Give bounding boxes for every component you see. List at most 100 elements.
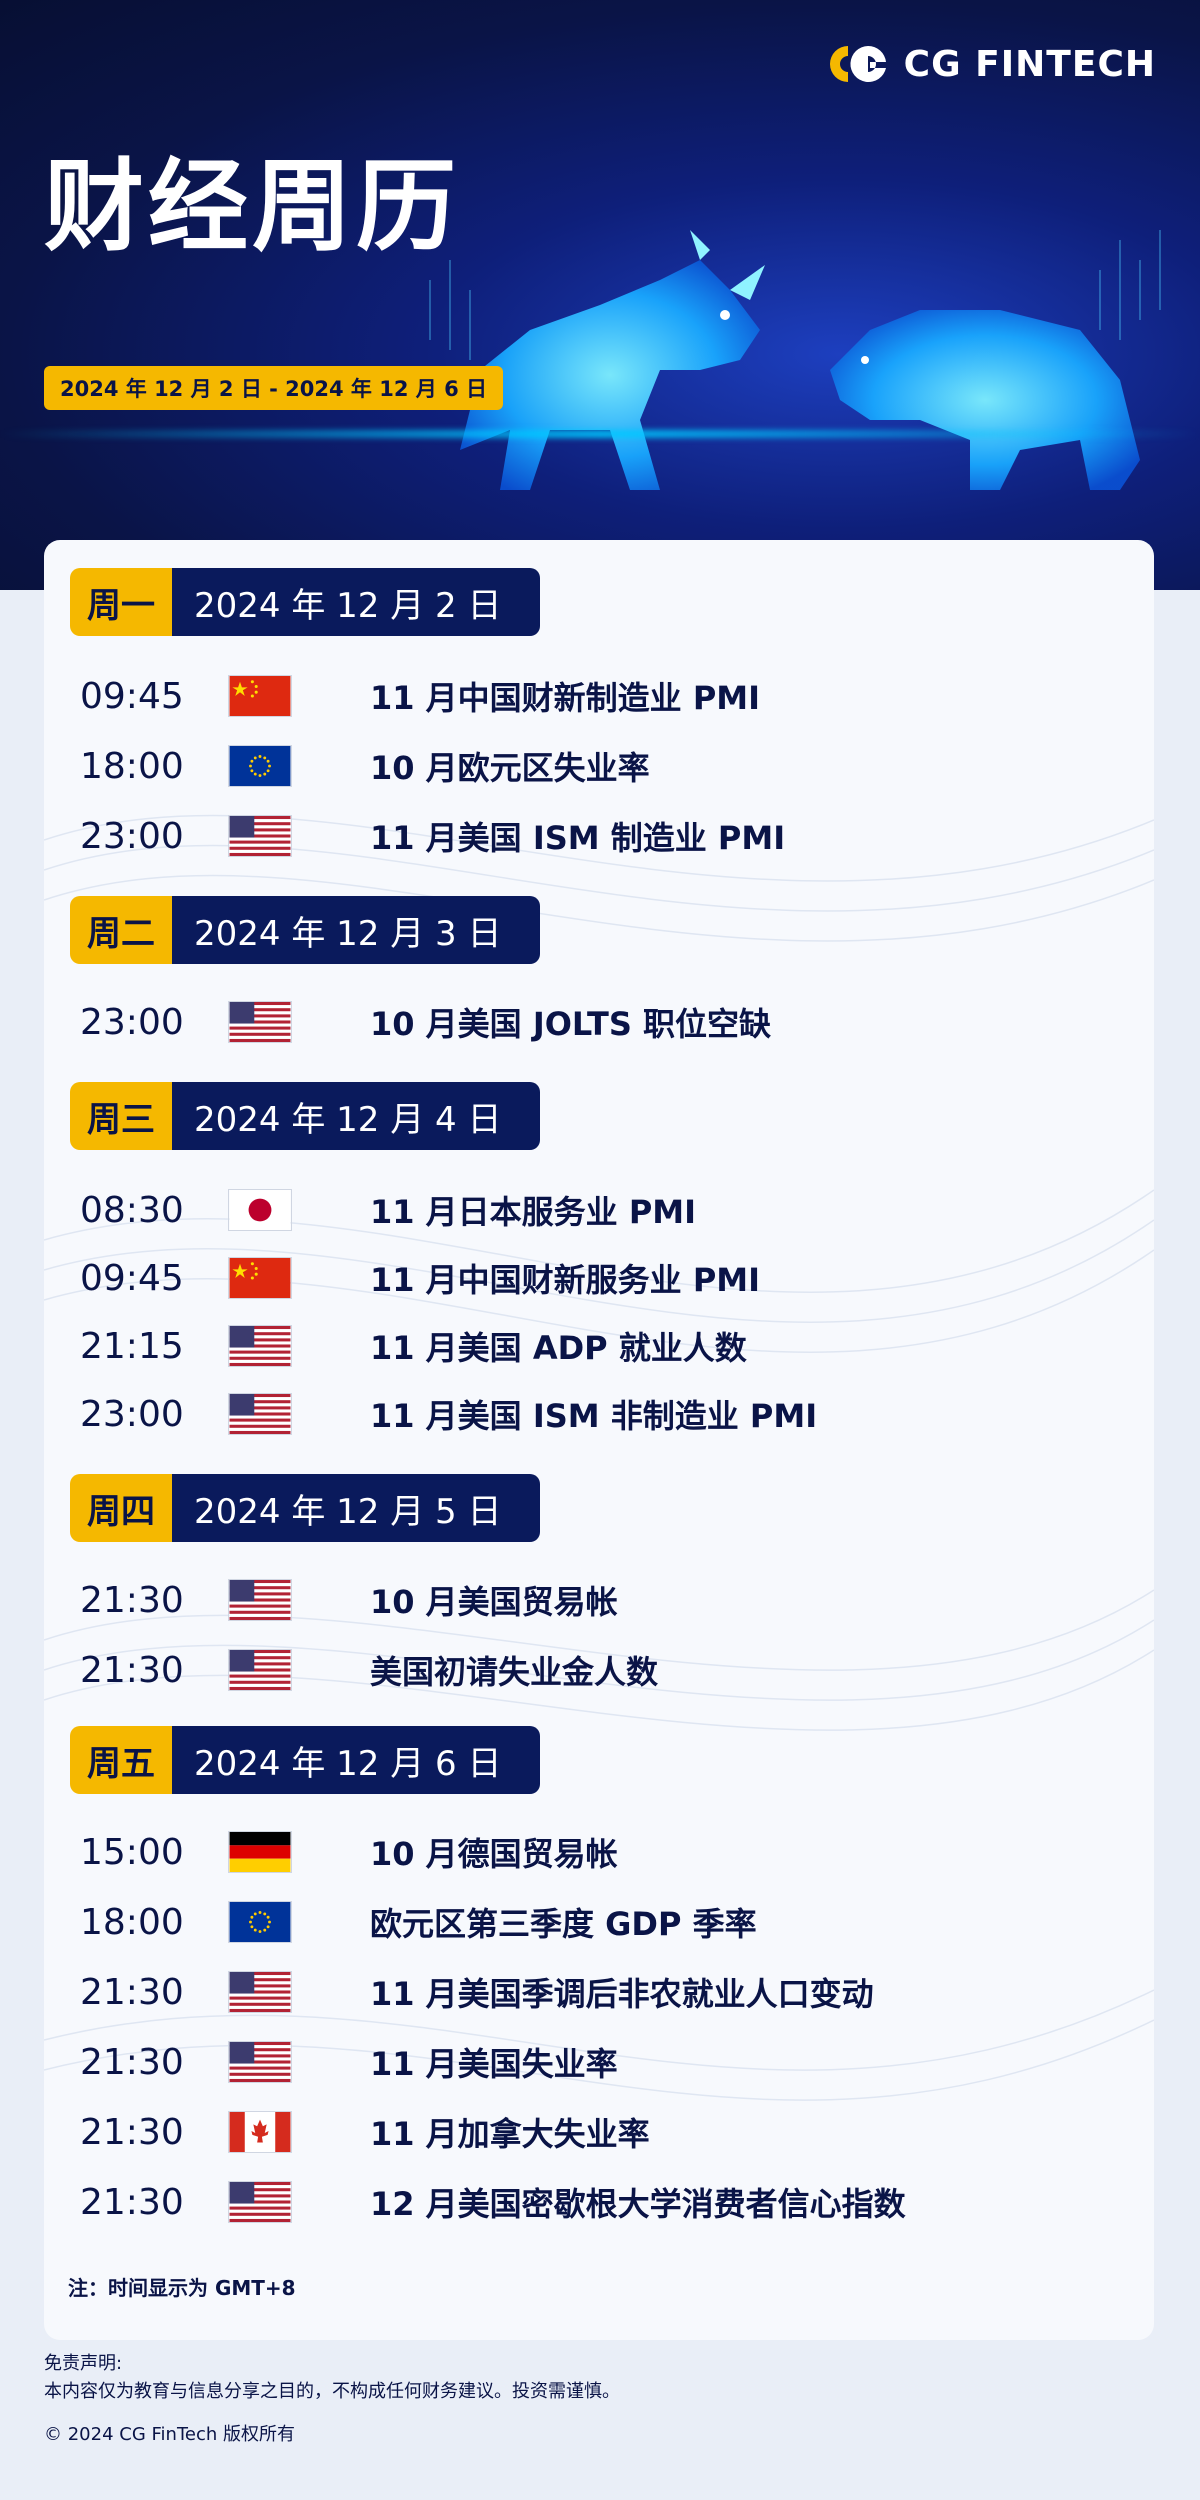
event-name: 11 月美国 ADP 就业人数	[370, 1329, 747, 1367]
day-date: 2024 年 12 月 3 日	[172, 896, 540, 964]
event-row: 15:00 10 月德国贸易帐	[70, 1822, 1070, 1882]
disclaimer-text: 本内容仅为教育与信息分享之目的，不构成任何财务建议。投资需谨慎。	[44, 2381, 620, 2402]
event-name: 11 月美国失业率	[370, 2045, 618, 2083]
day-header: 周三 2024 年 12 月 4 日	[70, 1082, 540, 1150]
event-time: 21:30	[80, 2041, 184, 2083]
brand-name: CG FINTECH	[903, 43, 1156, 85]
day-section-tuesday: 周二 2024 年 12 月 3 日 23:00 10 月美国 JOLTS 职位…	[70, 896, 771, 1043]
usa-flag-icon	[228, 2041, 292, 2083]
usa-flag-icon	[228, 1325, 292, 1367]
day-header: 周五 2024 年 12 月 6 日	[70, 1726, 540, 1794]
date-range-badge: 2024 年 12 月 2 日 - 2024 年 12 月 6 日	[44, 366, 504, 410]
page-title: 财经周历	[44, 148, 460, 265]
event-name: 11 月加拿大失业率	[370, 2115, 650, 2153]
day-date: 2024 年 12 月 6 日	[172, 1726, 540, 1794]
event-name: 10 月美国贸易帐	[370, 1583, 618, 1621]
cg-logo-icon	[829, 45, 886, 82]
event-row: 09:45 11 月中国财新制造业 PMI	[70, 666, 1070, 726]
disclaimer-title: 免责声明:	[44, 2353, 123, 2374]
event-name: 11 月美国季调后非农就业人口变动	[370, 1975, 874, 2013]
event-row: 21:30 11 月美国失业率	[70, 2032, 1070, 2092]
event-time: 18:00	[80, 1901, 184, 1943]
event-row: 23:00 10 月美国 JOLTS 职位空缺	[70, 992, 1070, 1052]
event-name: 10 月欧元区失业率	[370, 749, 650, 787]
event-row: 08:30 11 月日本服务业 PMI	[70, 1180, 1070, 1240]
day-header: 周一 2024 年 12 月 2 日	[70, 568, 540, 636]
weekday-tag: 周四	[70, 1474, 172, 1542]
bear-silhouette	[830, 310, 1140, 490]
event-name: 11 月美国 ISM 制造业 PMI	[370, 819, 786, 857]
event-row: 09:45 11 月中国财新服务业 PMI	[70, 1248, 1070, 1308]
copyright: © 2024 CG FinTech 版权所有	[44, 2424, 295, 2445]
event-row: 21:30 12 月美国密歇根大学消费者信心指数	[70, 2172, 1070, 2232]
japan-flag-icon	[228, 1189, 292, 1231]
event-time: 21:30	[80, 1971, 184, 2013]
event-time: 23:00	[80, 815, 184, 857]
event-name: 欧元区第三季度 GDP 季率	[370, 1905, 757, 1943]
china-flag-icon	[228, 675, 292, 717]
event-row: 23:00 11 月美国 ISM 非制造业 PMI	[70, 1384, 1070, 1444]
day-section-thursday: 周四 2024 年 12 月 5 日 21:30 10 月美国贸易帐 21:30…	[70, 1474, 658, 1691]
eu-flag-icon	[228, 745, 292, 787]
day-date: 2024 年 12 月 5 日	[172, 1474, 540, 1542]
event-row: 18:00 10 月欧元区失业率	[70, 736, 1070, 796]
disclaimer: 免责声明: 本内容仅为教育与信息分享之目的，不构成任何财务建议。投资需谨慎。	[44, 2350, 620, 2406]
event-time: 08:30	[80, 1189, 184, 1231]
event-time: 09:45	[80, 1257, 184, 1299]
bull-silhouette	[460, 260, 760, 490]
event-time: 21:30	[80, 1579, 184, 1621]
event-row: 21:30 11 月美国季调后非农就业人口变动	[70, 1962, 1070, 2022]
hero-banner: CG FINTECH 财经周历 2024 年 12 月 2 日 - 2024 年…	[0, 0, 1200, 590]
event-name: 11 月中国财新制造业 PMI	[370, 679, 761, 717]
event-row: 21:30 10 月美国贸易帐	[70, 1570, 1070, 1630]
event-name: 美国初请失业金人数	[370, 1653, 659, 1691]
event-time: 21:30	[80, 1649, 184, 1691]
usa-flag-icon	[228, 1579, 292, 1621]
day-header: 周二 2024 年 12 月 3 日	[70, 896, 540, 964]
eu-flag-icon	[228, 1901, 292, 1943]
timezone-note: 注：时间显示为 GMT+8	[68, 2276, 296, 2300]
bull-and-bear-illustration	[429, 230, 1161, 490]
event-name: 11 月中国财新服务业 PMI	[370, 1261, 761, 1299]
event-name: 11 月美国 ISM 非制造业 PMI	[370, 1397, 818, 1435]
weekday-tag: 周五	[70, 1726, 172, 1794]
horizon-glow	[0, 430, 1200, 438]
usa-flag-icon	[228, 1393, 292, 1435]
usa-flag-icon	[228, 1649, 292, 1691]
event-time: 23:00	[80, 1393, 184, 1435]
event-row: 21:30 11 月加拿大失业率	[70, 2102, 1070, 2162]
china-flag-icon	[228, 1257, 292, 1299]
weekday-tag: 周一	[70, 568, 172, 636]
event-row: 21:30 美国初请失业金人数	[70, 1640, 1070, 1700]
usa-flag-icon	[228, 815, 292, 857]
day-section-wednesday: 周三 2024 年 12 月 4 日 08:30 11 月日本服务业 PMI 0…	[70, 1082, 817, 1435]
calendar-card: 周一 2024 年 12 月 2 日 09:45 11 月中国财新制造业 PMI…	[44, 540, 1154, 2340]
event-time: 21:30	[80, 2111, 184, 2153]
event-name: 10 月美国 JOLTS 职位空缺	[370, 1005, 772, 1043]
event-time: 15:00	[80, 1831, 184, 1873]
event-time: 21:30	[80, 2181, 184, 2223]
day-header: 周四 2024 年 12 月 5 日	[70, 1474, 540, 1542]
event-name: 10 月德国贸易帐	[370, 1835, 618, 1873]
event-time: 09:45	[80, 675, 184, 717]
event-time: 21:15	[80, 1325, 184, 1367]
germany-flag-icon	[228, 1831, 292, 1873]
usa-flag-icon	[228, 1001, 292, 1043]
day-date: 2024 年 12 月 2 日	[172, 568, 540, 636]
event-name: 11 月日本服务业 PMI	[370, 1193, 697, 1231]
weekday-tag: 周二	[70, 896, 172, 964]
canada-flag-icon	[228, 2111, 292, 2153]
event-row: 21:15 11 月美国 ADP 就业人数	[70, 1316, 1070, 1376]
weekday-tag: 周三	[70, 1082, 172, 1150]
event-time: 18:00	[80, 745, 184, 787]
day-section-friday: 周五 2024 年 12 月 6 日 15:00 10 月德国贸易帐 18:00…	[70, 1726, 906, 2223]
event-name: 12 月美国密歇根大学消费者信心指数	[370, 2185, 906, 2223]
day-section-monday: 周一 2024 年 12 月 2 日 09:45 11 月中国财新制造业 PMI…	[70, 568, 785, 857]
event-row: 23:00 11 月美国 ISM 制造业 PMI	[70, 806, 1070, 866]
brand-logo: CG FINTECH	[818, 40, 1156, 88]
event-row: 18:00 欧元区第三季度 GDP 季率	[70, 1892, 1070, 1952]
event-time: 23:00	[80, 1001, 184, 1043]
usa-flag-icon	[228, 2181, 292, 2223]
usa-flag-icon	[228, 1971, 292, 2013]
day-date: 2024 年 12 月 4 日	[172, 1082, 540, 1150]
